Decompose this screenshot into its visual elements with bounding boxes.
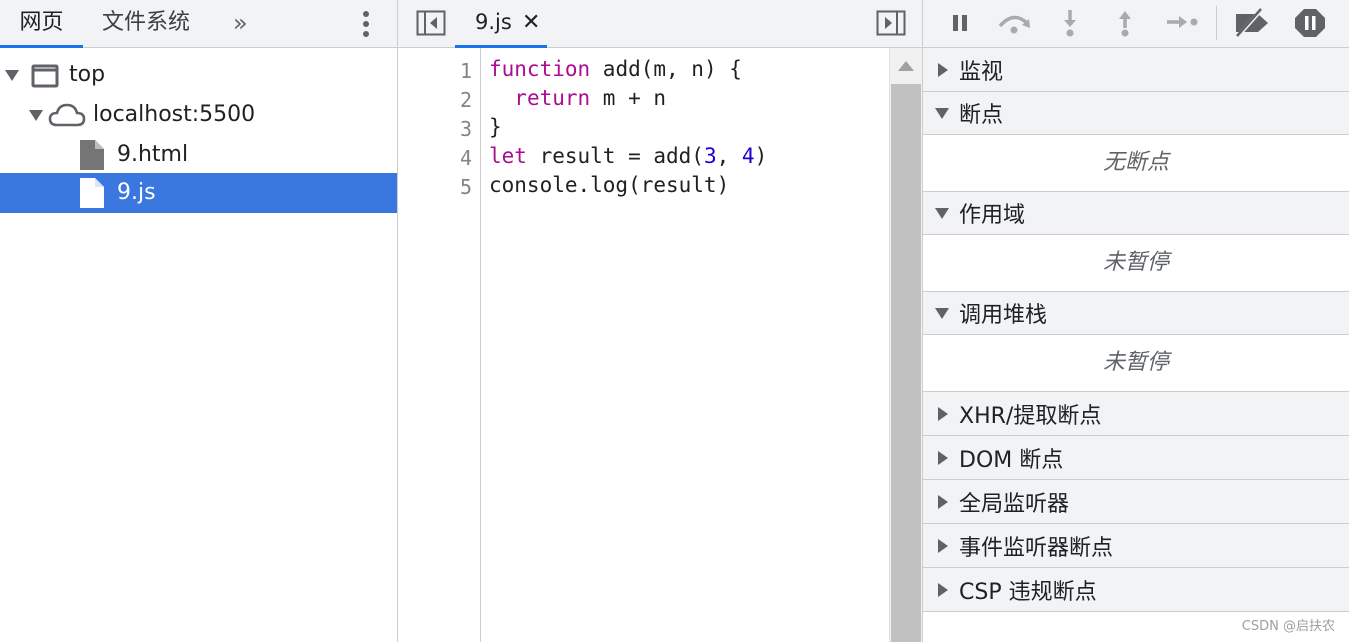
expand-triangle-icon[interactable] <box>5 70 19 81</box>
collapsed-arrow-icon <box>938 450 948 465</box>
code-line: function add(m, n) { <box>489 57 742 81</box>
expand-triangle-icon[interactable] <box>29 110 43 121</box>
step-over-icon[interactable] <box>996 8 1030 38</box>
collapsed-arrow-icon <box>938 538 948 553</box>
section-label: 监视 <box>959 59 1004 85</box>
toggle-navigator-icon[interactable] <box>416 10 446 40</box>
toolbar-divider <box>1216 6 1217 40</box>
section-label: 断点 <box>959 103 1004 128</box>
editor-tabbar: 9.js ✕ <box>398 0 922 48</box>
navigator-tabbar: 网页 文件系统 » <box>0 0 397 48</box>
section-breakpoints[interactable]: 断点 <box>923 92 1349 135</box>
pause-icon[interactable] <box>945 8 977 38</box>
code-line: let result = add(3, 4) <box>489 144 768 168</box>
section-dom-breakpoints[interactable]: DOM 断点 <box>923 436 1349 480</box>
line-number: 3 <box>459 117 472 141</box>
watermark: CSDN @启扶农 <box>1241 619 1335 634</box>
breakpoints-empty-message: 无断点 <box>923 135 1349 192</box>
pause-on-exceptions-icon[interactable] <box>1294 8 1326 38</box>
line-gutter: 1 2 3 4 5 <box>398 48 481 642</box>
section-label: 作用域 <box>959 203 1026 228</box>
editor-tab-label: 9.js <box>475 10 512 34</box>
section-csp-breakpoints[interactable]: CSP 违规断点 <box>923 568 1349 612</box>
step-into-icon[interactable] <box>1055 8 1087 38</box>
file-icon <box>79 177 105 223</box>
tree-item-label: 9.js <box>117 180 156 205</box>
section-label: 调用堆栈 <box>959 303 1048 328</box>
line-number: 1 <box>459 59 472 83</box>
code-line: console.log(result) <box>489 173 730 197</box>
code-area[interactable]: function add(m, n) { return m + n } let … <box>489 55 767 200</box>
more-tabs-icon[interactable]: » <box>233 9 248 37</box>
section-xhr-breakpoints[interactable]: XHR/提取断点 <box>923 392 1349 436</box>
step-out-icon[interactable] <box>1110 8 1142 38</box>
collapsed-arrow-icon <box>938 582 948 597</box>
tab-filesystem[interactable]: 文件系统 <box>102 0 190 47</box>
collapsed-arrow-icon <box>938 406 948 421</box>
step-icon[interactable] <box>1165 8 1198 38</box>
kebab-menu-icon[interactable] <box>356 9 376 39</box>
debugger-sidebar: 监视 断点 无断点 作用域 未暂停 调用堆栈 未暂停 XHR/提取断点 DOM … <box>923 0 1349 642</box>
section-call-stack[interactable]: 调用堆栈 <box>923 292 1349 335</box>
section-label: DOM 断点 <box>959 447 1064 473</box>
section-watch[interactable]: 监视 <box>923 48 1349 92</box>
close-tab-icon[interactable]: ✕ <box>522 0 540 45</box>
debugger-toolbar <box>923 0 1349 48</box>
expanded-arrow-icon <box>935 208 949 219</box>
line-number: 2 <box>459 88 472 112</box>
code-line: } <box>489 115 502 139</box>
section-global-listeners[interactable]: 全局监听器 <box>923 480 1349 524</box>
tree-item-label: localhost:5500 <box>93 102 256 127</box>
tree-item-label: top <box>69 62 106 87</box>
editor-scrollbar[interactable] <box>889 48 922 642</box>
collapsed-arrow-icon <box>938 62 948 77</box>
section-event-listener-breakpoints[interactable]: 事件监听器断点 <box>923 524 1349 568</box>
editor-tab-9js[interactable]: 9.js ✕ <box>455 0 547 48</box>
collapsed-arrow-icon <box>938 494 948 509</box>
call-stack-empty-message: 未暂停 <box>923 335 1349 392</box>
scroll-up-arrow-icon[interactable] <box>898 61 914 71</box>
toggle-debugger-icon[interactable] <box>876 10 906 40</box>
section-label: CSP 违规断点 <box>959 579 1097 605</box>
deactivate-breakpoints-icon[interactable] <box>1232 7 1272 38</box>
section-scope[interactable]: 作用域 <box>923 192 1349 235</box>
section-label: XHR/提取断点 <box>959 403 1102 429</box>
tree-item-localhost[interactable]: localhost:5500 <box>0 95 397 135</box>
editor-pane: 9.js ✕ 1 2 3 4 5 function add(m, n) { re… <box>398 0 923 642</box>
line-number: 5 <box>459 175 472 199</box>
scope-empty-message: 未暂停 <box>923 235 1349 292</box>
tab-page[interactable]: 网页 <box>0 0 83 48</box>
section-label: 事件监听器断点 <box>959 535 1114 561</box>
tree-item-label: 9.html <box>117 142 189 167</box>
line-number: 4 <box>459 146 472 170</box>
expanded-arrow-icon <box>935 308 949 319</box>
tree-item-9-html[interactable]: 9.html <box>0 135 397 175</box>
code-line: return m + n <box>514 86 667 110</box>
tree-item-9-js[interactable]: 9.js <box>0 173 397 213</box>
navigator-pane: 网页 文件系统 » top localhost:5500 9.html 9.js <box>0 0 398 642</box>
scroll-thumb[interactable] <box>891 84 921 642</box>
section-label: 全局监听器 <box>959 491 1070 517</box>
tree-item-top[interactable]: top <box>0 55 397 95</box>
expanded-arrow-icon <box>935 108 949 119</box>
